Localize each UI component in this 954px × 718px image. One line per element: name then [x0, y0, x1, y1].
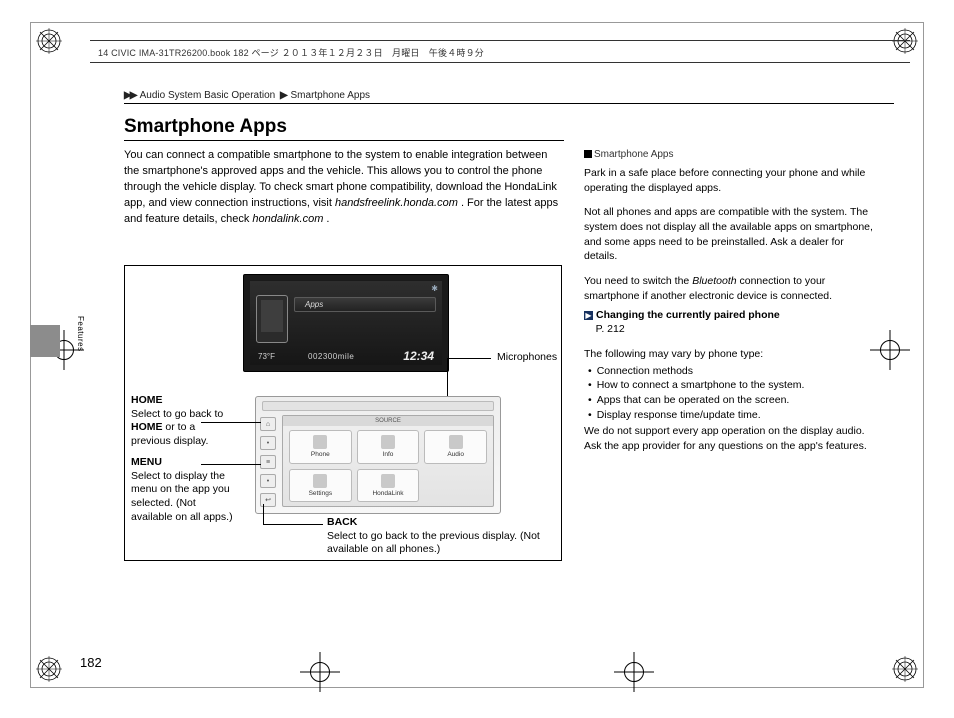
breadcrumb: ▶▶ Audio System Basic Operation ▶ Smartp…	[124, 90, 370, 101]
header-rule	[90, 40, 910, 41]
side-buttons: ⌂ • ≡ • ↩	[260, 415, 278, 509]
breadcrumb-b: Smartphone Apps	[291, 90, 371, 101]
leader-line	[447, 358, 491, 359]
bluetooth-icon: ✱	[431, 284, 438, 293]
section-tab	[30, 325, 60, 357]
side-p1: Park in a safe place before connecting y…	[584, 166, 876, 195]
ref-icon: ▶	[584, 311, 593, 320]
audio-icon	[449, 435, 463, 449]
side-text: You need to switch the	[584, 275, 692, 287]
side-text: Bluetooth	[692, 275, 736, 287]
side-text: We do not support every app operation on…	[584, 425, 865, 437]
callout-body: Select to go back to	[131, 408, 223, 420]
app-label: Phone	[311, 451, 330, 458]
ref-title: Changing the currently paired phone	[596, 309, 780, 321]
header-file-info: 14 CIVIC IMA-31TR26200.book 182 ページ ２０１３…	[98, 46, 484, 59]
side-p2: Not all phones and apps are compatible w…	[584, 205, 876, 264]
hondalink-icon	[381, 474, 395, 488]
list-item: How to connect a smartphone to the syste…	[588, 378, 876, 393]
hw-button[interactable]: •	[260, 474, 276, 488]
crop-mark-icon	[892, 656, 918, 682]
phone-icon	[313, 435, 327, 449]
app-label: Settings	[309, 490, 333, 497]
side-p3: You need to switch the Bluetooth connect…	[584, 274, 876, 337]
menu-hw-button[interactable]: ≡	[260, 455, 276, 469]
callout-back: BACK Select to go back to the previous d…	[327, 516, 547, 557]
app-phone[interactable]: Phone	[289, 430, 352, 464]
app-label: Info	[383, 451, 394, 458]
leader-line	[263, 504, 264, 524]
page-number: 182	[80, 655, 102, 670]
header-rule	[90, 62, 910, 63]
intro-link: hondalink.com	[252, 213, 323, 225]
callout-title: BACK	[327, 516, 357, 528]
crop-mark-icon	[36, 656, 62, 682]
list-item: Display response time/update time.	[588, 408, 876, 423]
info-icon	[381, 435, 395, 449]
side-heading-text: Smartphone Apps	[594, 149, 674, 160]
callout-body: Select to go back to the previous displa…	[327, 530, 540, 556]
apps-bar: Apps	[294, 297, 436, 312]
app-hondalink[interactable]: HondaLink	[357, 469, 420, 503]
upper-display: ✱ Apps 73°F 002300mile 12:34	[243, 274, 449, 372]
side-list: The following may vary by phone type: Co…	[584, 347, 876, 454]
app-info[interactable]: Info	[357, 430, 420, 464]
breadcrumb-a: Audio System Basic Operation	[140, 90, 276, 101]
title-rule	[124, 140, 564, 141]
odometer: 002300mile	[308, 352, 354, 361]
side-text: The following may vary by phone type:	[584, 348, 763, 360]
side-text: Ask the app provider for any questions o…	[584, 440, 867, 452]
hw-button[interactable]: •	[260, 436, 276, 450]
registration-mark-icon	[614, 652, 654, 692]
touch-header: SOURCE	[283, 416, 493, 426]
registration-mark-icon	[300, 652, 340, 692]
callout-title: MENU	[131, 456, 162, 468]
content-rule	[124, 103, 894, 104]
registration-mark-icon	[870, 330, 910, 370]
crop-mark-icon	[892, 28, 918, 54]
diagram: ✱ Apps 73°F 002300mile 12:34 Microphones…	[124, 265, 562, 561]
intro-text: .	[326, 213, 329, 225]
home-hw-button[interactable]: ⌂	[260, 417, 276, 431]
breadcrumb-sep-icon: ▶	[280, 90, 286, 101]
side-column: Smartphone Apps Park in a safe place bef…	[584, 148, 876, 464]
callout-body: HOME	[131, 421, 163, 433]
marker-icon	[584, 150, 592, 158]
phone-icon	[256, 295, 288, 343]
crop-mark-icon	[36, 28, 62, 54]
callout-body: Select to display the menu on the app yo…	[131, 470, 233, 523]
section-label: Features	[76, 316, 85, 352]
list-item: Connection methods	[588, 364, 876, 379]
callout-home: HOME Select to go back to HOME or to a p…	[131, 394, 235, 449]
callout-microphones: Microphones	[497, 351, 557, 365]
app-settings[interactable]: Settings	[289, 469, 352, 503]
leader-line	[263, 524, 323, 525]
app-label: Audio	[447, 451, 464, 458]
side-heading: Smartphone Apps	[584, 148, 876, 162]
callout-menu: MENU Select to display the menu on the a…	[131, 456, 235, 524]
list-item: Apps that can be operated on the screen.	[588, 393, 876, 408]
settings-icon	[313, 474, 327, 488]
apps-label: Apps	[305, 300, 323, 309]
callout-title: HOME	[131, 394, 163, 406]
app-label: HondaLink	[372, 490, 403, 497]
page-title: Smartphone Apps	[124, 116, 287, 138]
app-audio[interactable]: Audio	[424, 430, 487, 464]
touchscreen[interactable]: SOURCE Phone Info Audio Settings HondaLi…	[282, 415, 494, 507]
temperature: 73°F	[258, 352, 275, 361]
cross-ref: ▶Changing the currently paired phone P. …	[584, 308, 876, 337]
ref-page: P. 212	[596, 323, 625, 335]
disc-slot	[262, 401, 494, 411]
lower-unit: ⌂ • ≡ • ↩ SOURCE Phone Info Audio Settin…	[255, 396, 501, 514]
clock: 12:34	[403, 349, 434, 363]
intro-link: handsfreelink.honda.com	[335, 197, 458, 209]
breadcrumb-sep-icon: ▶▶	[124, 90, 135, 101]
intro-paragraph: You can connect a compatible smartphone …	[124, 148, 560, 228]
